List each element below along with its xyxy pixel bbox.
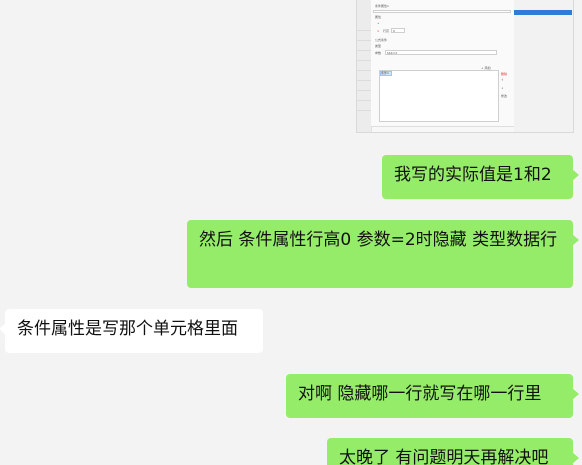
chat-window: 条件属性1 属性 + × 行高 0 公式条件 类型 参数 $$$=2 + 添加 … (0, 0, 582, 465)
thumbnail-section-label: 属性 (375, 15, 382, 19)
thumbnail-right-selected (514, 10, 572, 15)
thumbnail-list (379, 70, 499, 122)
message-bubble-sent[interactable]: 然后 条件属性行高0 参数=2时隐藏 类型数据行 (187, 220, 579, 288)
thumbnail-param-label: 参数 (375, 51, 382, 55)
thumbnail-title: 条件属性1 (375, 4, 389, 8)
message-bubble-sent[interactable]: 对啊 隐藏哪一行就写在哪一行里 (286, 374, 579, 418)
thumbnail-value: 0 (393, 29, 395, 33)
thumbnail-edit-button: 修改 (501, 94, 508, 98)
message-text: 对啊 隐藏哪一行就写在哪一行里 (298, 384, 542, 404)
thumbnail-row-height-label: 行高 (383, 29, 390, 33)
message-bubble-sent[interactable]: 我写的实际值是1和2 (382, 155, 579, 199)
message-text: 我写的实际值是1和2 (394, 165, 552, 185)
thumbnail-right-panel (514, 0, 573, 132)
message-text: 条件属性是写那个单元格里面 (17, 319, 238, 339)
message-bubble-received[interactable]: 条件属性是写那个单元格里面 (0, 309, 263, 353)
message-text: 然后 条件属性行高0 参数=2时隐藏 类型数据行 (199, 230, 558, 250)
thumbnail-dialog: 条件属性1 属性 + × 行高 0 公式条件 类型 参数 $$$=2 + 添加 … (371, 0, 515, 127)
thumbnail-delete-button: 删除 (501, 72, 508, 76)
message-text: 太晚了 有问题明天再解决吧 (339, 448, 549, 465)
thumbnail-type-label: 类型 (375, 44, 382, 48)
thumbnail-formula: $$$=2 (387, 51, 398, 55)
message-bubble-sent[interactable]: 太晚了 有问题明天再解决吧 (327, 438, 579, 465)
screenshot-thumbnail[interactable]: 条件属性1 属性 + × 行高 0 公式条件 类型 参数 $$$=2 + 添加 … (356, 0, 574, 133)
thumbnail-row-header (357, 0, 372, 132)
thumbnail-condition-label: 公式条件 (375, 38, 388, 42)
